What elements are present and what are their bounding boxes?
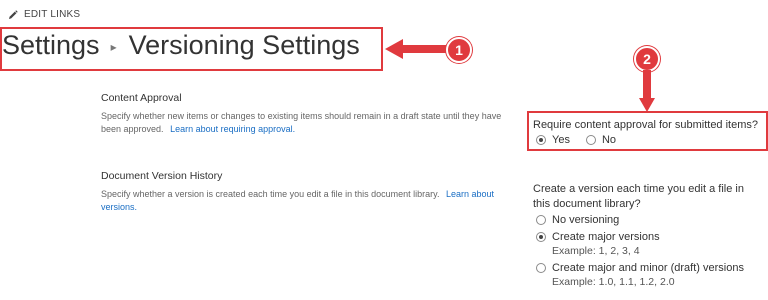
major-versions-example: Example: 1, 2, 3, 4 [552, 245, 640, 257]
versioning-radio-group: No versioning Create major versions Exam… [536, 213, 744, 289]
content-approval-title: Content Approval [101, 92, 182, 104]
versioning-question: Create a version each time you edit a fi… [533, 183, 744, 210]
approval-radio-group: Yes No [536, 133, 616, 147]
version-option-none[interactable]: No versioning [536, 213, 744, 227]
version-option-major[interactable]: Create major versions Example: 1, 2, 3, … [536, 230, 744, 258]
approval-option-yes[interactable]: Yes [536, 133, 570, 147]
annotation-box-title [0, 27, 383, 71]
version-history-title: Document Version History [101, 170, 223, 182]
radio-yes[interactable] [536, 135, 546, 145]
annotation-arrow-2 [639, 70, 655, 112]
content-approval-description: Specify whether new items or changes to … [101, 111, 502, 134]
edit-links-label: EDIT LINKS [24, 9, 81, 20]
approval-question: Require content approval for submitted i… [533, 119, 759, 131]
annotation-arrow-1 [385, 39, 453, 59]
learn-approval-link[interactable]: Learn about requiring approval. [170, 124, 295, 134]
annotation-badge-2: 2 [634, 46, 660, 72]
radio-no[interactable] [585, 135, 596, 145]
version-history-description: Specify whether a version is created eac… [101, 189, 495, 212]
major-minor-example: Example: 1.0, 1.1, 1.2, 2.0 [552, 276, 675, 288]
approval-option-no[interactable]: No [585, 133, 616, 147]
version-option-major-minor[interactable]: Create major and minor (draft) versions … [536, 261, 744, 289]
edit-links-button[interactable]: EDIT LINKS [8, 9, 80, 20]
pencil-icon [8, 9, 18, 20]
radio-no-versioning[interactable] [536, 215, 546, 225]
radio-major-versions[interactable] [536, 232, 546, 242]
radio-major-minor-versions[interactable] [536, 263, 546, 273]
annotation-badge-1: 1 [446, 37, 472, 63]
